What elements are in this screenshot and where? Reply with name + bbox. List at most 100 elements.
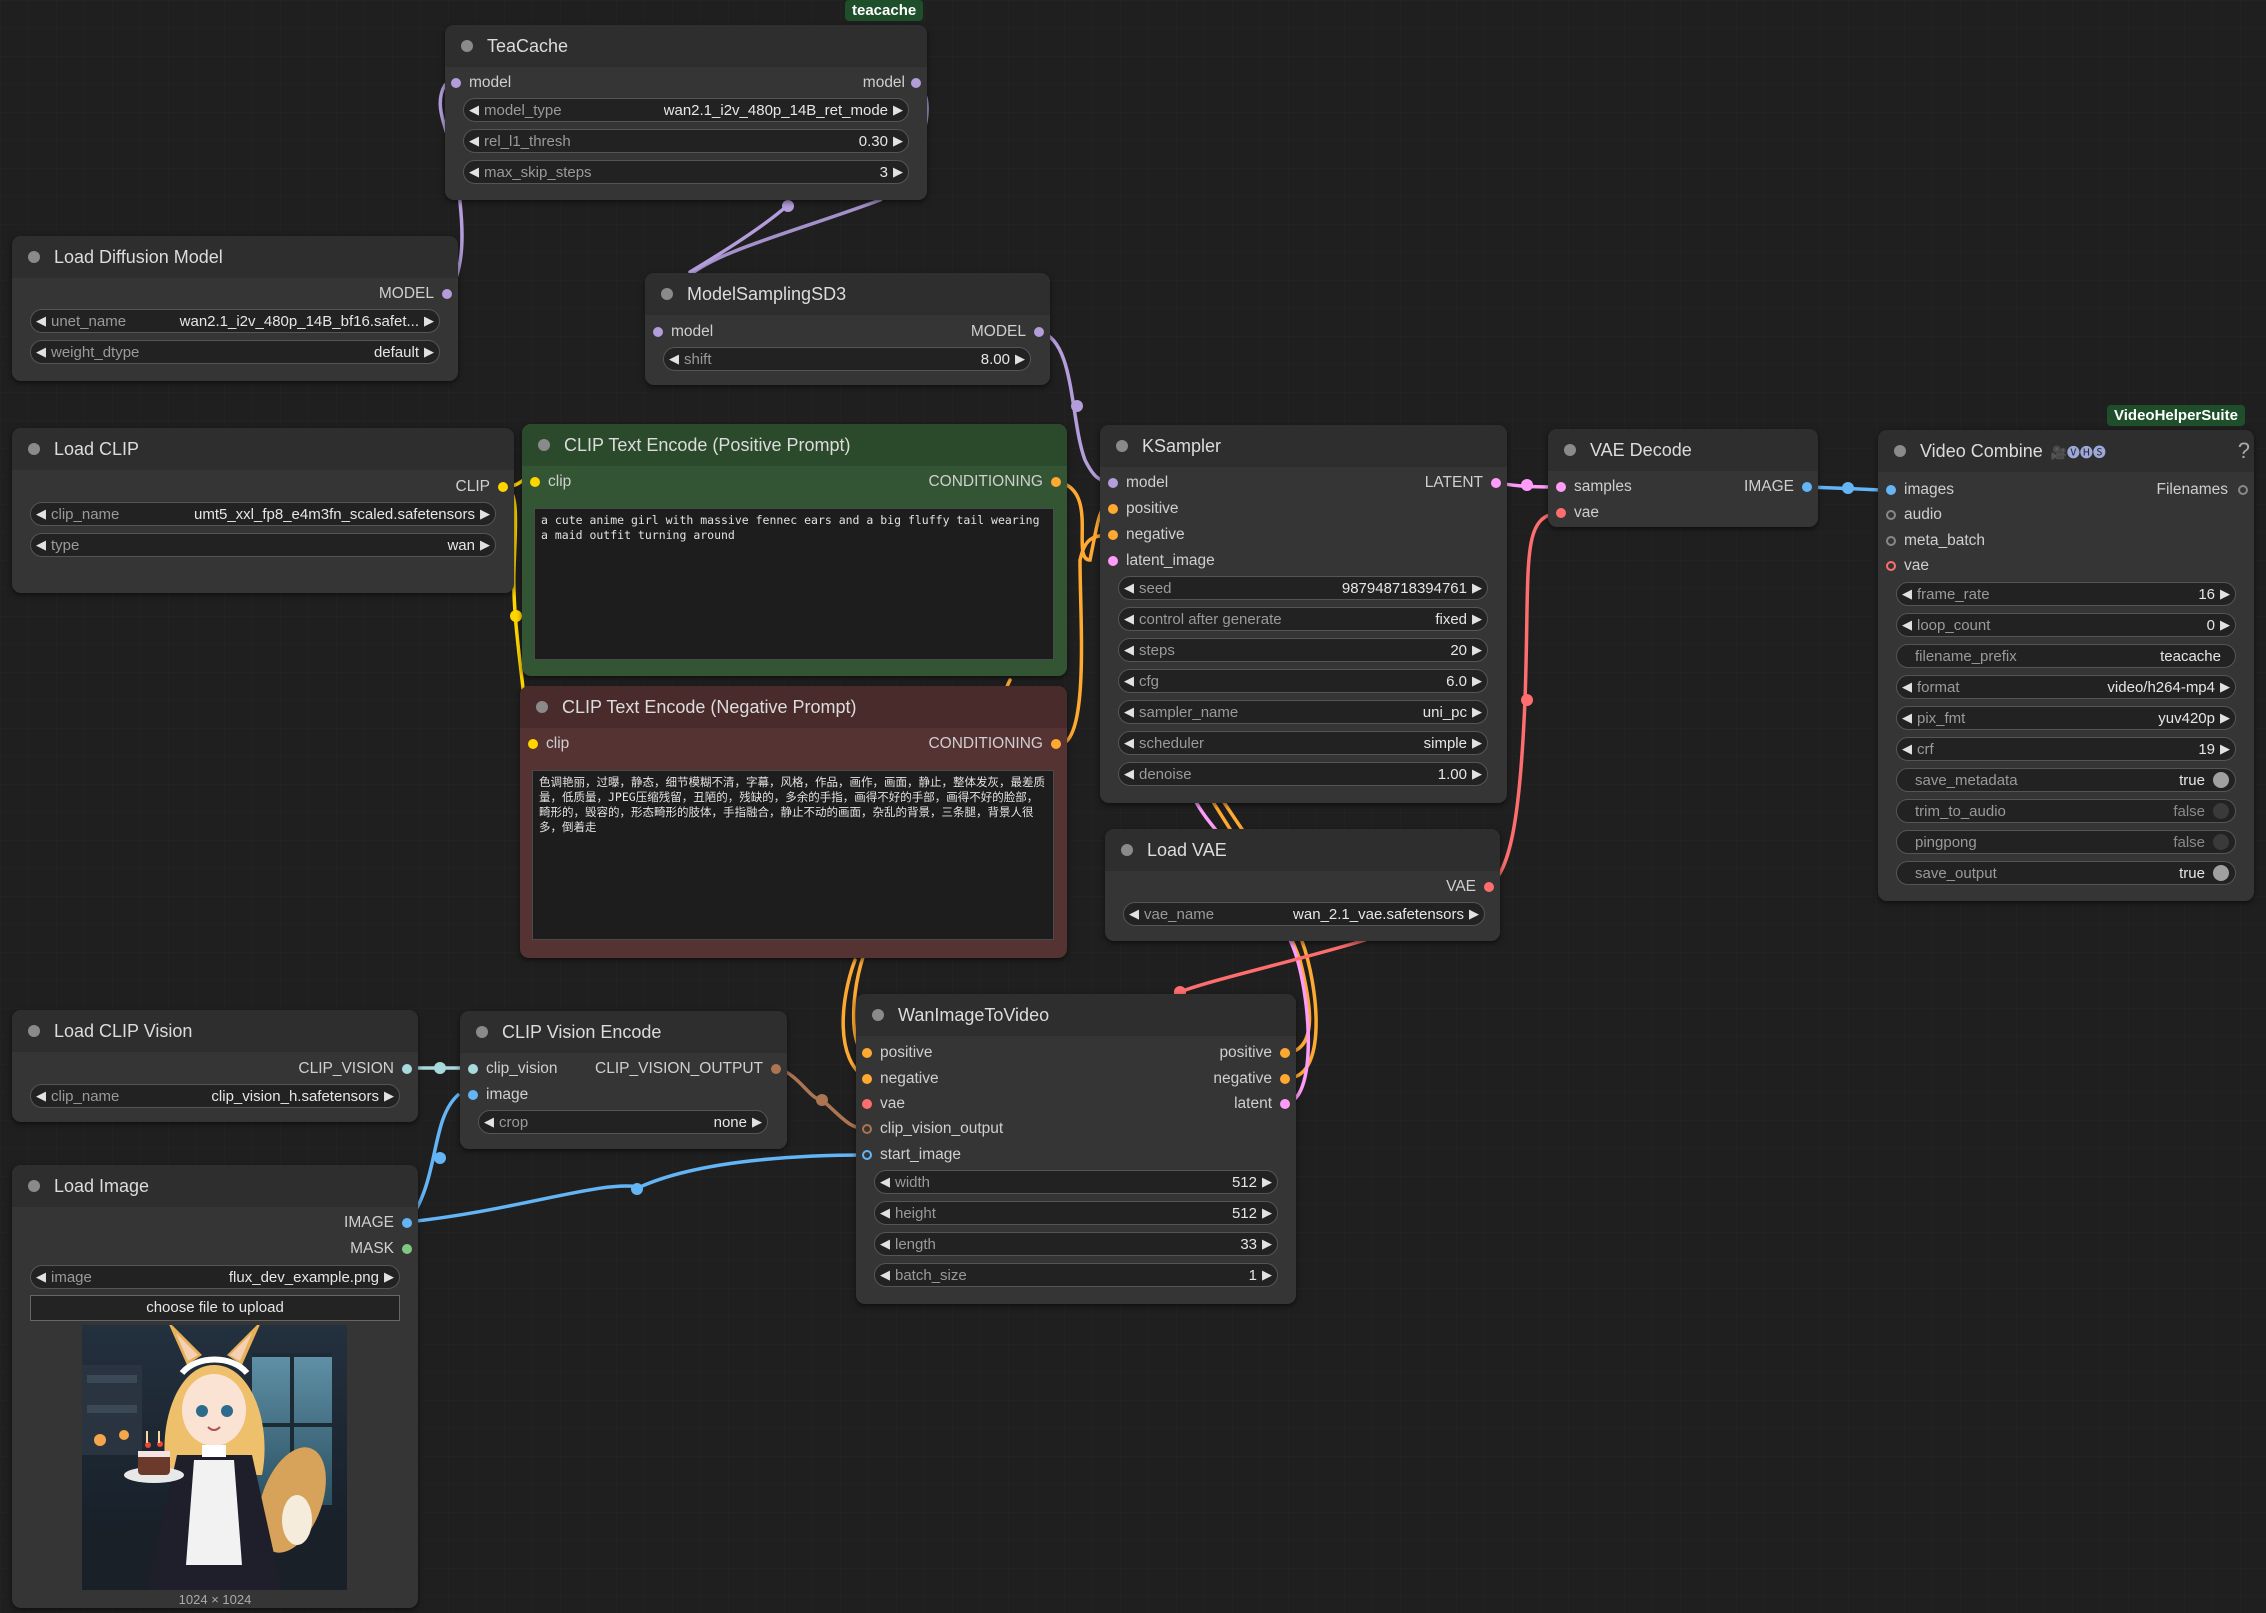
increment-icon[interactable]: ▶ [419, 313, 439, 329]
decrement-icon[interactable]: ◀ [664, 351, 684, 367]
output-pin-negative[interactable] [1280, 1074, 1290, 1084]
widget-rel-l1-thresh[interactable]: ◀ rel_l1_thresh 0.30 ▶ [463, 129, 909, 153]
node-model-sampling-sd3[interactable]: ModelSamplingSD3 model MODEL ◀ shift 8.00 ▶ [645, 273, 1050, 385]
decrement-icon[interactable]: ◀ [1897, 617, 1917, 633]
decrement-icon[interactable]: ◀ [1119, 642, 1139, 658]
input-pin-model[interactable] [653, 327, 663, 337]
decrement-icon[interactable]: ◀ [1119, 766, 1139, 782]
widget-unet-name[interactable]: ◀ unet_name wan2.1_i2v_480p_14B_bf16.safet… [30, 309, 440, 333]
node-title[interactable]: CLIP Text Encode (Positive Prompt) [522, 424, 1067, 466]
widget-sampler-name[interactable]: ◀ sampler_name uni_pc ▶ [1118, 700, 1488, 724]
input-pin-clip[interactable] [528, 739, 538, 749]
decrement-icon[interactable]: ◀ [1119, 611, 1139, 627]
input-pin-negative[interactable] [1108, 530, 1118, 540]
node-title[interactable]: Load Diffusion Model [12, 236, 458, 278]
increment-icon[interactable]: ▶ [379, 1269, 399, 1285]
output-pin-image[interactable] [402, 1218, 412, 1228]
collapse-dot[interactable] [1564, 444, 1576, 456]
output-pin-conditioning[interactable] [1051, 477, 1061, 487]
output-pin-model[interactable] [442, 289, 452, 299]
collapse-dot[interactable] [661, 288, 673, 300]
node-title[interactable]: Load VAE [1105, 829, 1500, 871]
decrement-icon[interactable]: ◀ [1124, 906, 1144, 922]
node-load-clip-vision[interactable]: Load CLIP Vision CLIP_VISION ◀ clip_name c… [12, 1010, 418, 1122]
input-pin-positive[interactable] [862, 1048, 872, 1058]
node-title[interactable]: TeaCache [445, 25, 927, 67]
widget-scheduler[interactable]: ◀ scheduler simple ▶ [1118, 731, 1488, 755]
node-teacache[interactable]: TeaCache model model ◀ model_type wan2.1_i… [445, 25, 927, 200]
widget-frame-rate[interactable]: ◀ frame_rate 16 ▶ [1896, 582, 2236, 606]
help-icon[interactable]: ? [2238, 438, 2250, 464]
increment-icon[interactable]: ▶ [1467, 673, 1487, 689]
collapse-dot[interactable] [1894, 445, 1906, 457]
input-pin-latent-image[interactable] [1108, 556, 1118, 566]
increment-icon[interactable]: ▶ [1467, 704, 1487, 720]
toggle-save-output[interactable]: save_output true [1896, 861, 2236, 885]
collapse-dot[interactable] [28, 251, 40, 263]
input-pin-negative[interactable] [862, 1074, 872, 1084]
increment-icon[interactable]: ▶ [2215, 710, 2235, 726]
upload-button[interactable]: choose file to upload [30, 1295, 400, 1321]
node-load-vae[interactable]: Load VAE VAE ◀ vae_name wan_2.1_vae.safete… [1105, 829, 1500, 941]
widget-clip-vision-name[interactable]: ◀ clip_name clip_vision_h.safetensors ▶ [30, 1084, 400, 1108]
widget-cfg[interactable]: ◀ cfg 6.0 ▶ [1118, 669, 1488, 693]
widget-weight-dtype[interactable]: ◀ weight_dtype default ▶ [30, 340, 440, 364]
output-pin-filenames[interactable] [2238, 485, 2248, 495]
output-pin-vae[interactable] [1484, 882, 1494, 892]
node-title[interactable]: Video Combine 🎥🅥🅗🅢? [1878, 430, 2254, 472]
node-load-diffusion-model[interactable]: Load Diffusion Model MODEL ◀ unet_name wan… [12, 236, 458, 381]
decrement-icon[interactable]: ◀ [464, 102, 484, 118]
output-pin-latent[interactable] [1280, 1099, 1290, 1109]
toggle-trim-to-audio[interactable]: trim_to_audio false [1896, 799, 2236, 823]
decrement-icon[interactable]: ◀ [31, 506, 51, 522]
widget-format[interactable]: ◀ format video/h264-mp4 ▶ [1896, 675, 2236, 699]
output-pin-image[interactable] [1802, 482, 1812, 492]
decrement-icon[interactable]: ◀ [479, 1114, 499, 1130]
node-clip-text-encode-positive[interactable]: CLIP Text Encode (Positive Prompt) clip … [522, 424, 1067, 676]
widget-clip-type[interactable]: ◀ type wan ▶ [30, 533, 496, 557]
decrement-icon[interactable]: ◀ [875, 1267, 895, 1283]
increment-icon[interactable]: ▶ [1467, 580, 1487, 596]
decrement-icon[interactable]: ◀ [31, 1088, 51, 1104]
collapse-dot[interactable] [1116, 440, 1128, 452]
input-pin-clip-vision[interactable] [468, 1064, 478, 1074]
node-video-combine[interactable]: Video Combine 🎥🅥🅗🅢? images audio meta_bat… [1878, 430, 2254, 901]
node-title[interactable]: Load Image [12, 1165, 418, 1207]
input-pin-samples[interactable] [1556, 482, 1566, 492]
widget-clip-name[interactable]: ◀ clip_name umt5_xxl_fp8_e4m3fn_scaled.saf… [30, 502, 496, 526]
increment-icon[interactable]: ▶ [2215, 617, 2235, 633]
increment-icon[interactable]: ▶ [419, 344, 439, 360]
widget-crop[interactable]: ◀ crop none ▶ [478, 1110, 768, 1134]
collapse-dot[interactable] [872, 1009, 884, 1021]
input-pin-clip-vision-output[interactable] [862, 1124, 872, 1134]
decrement-icon[interactable]: ◀ [31, 344, 51, 360]
decrement-icon[interactable]: ◀ [1119, 735, 1139, 751]
increment-icon[interactable]: ▶ [1257, 1267, 1277, 1283]
decrement-icon[interactable]: ◀ [875, 1174, 895, 1190]
widget-image-file[interactable]: ◀ image flux_dev_example.png ▶ [30, 1265, 400, 1289]
output-pin-latent[interactable] [1491, 478, 1501, 488]
output-pin-clip[interactable] [498, 482, 508, 492]
increment-icon[interactable]: ▶ [1467, 642, 1487, 658]
increment-icon[interactable]: ▶ [747, 1114, 767, 1130]
widget-denoise[interactable]: ◀ denoise 1.00 ▶ [1118, 762, 1488, 786]
widget-loop-count[interactable]: ◀ loop_count 0 ▶ [1896, 613, 2236, 637]
prompt-textarea[interactable]: a cute anime girl with massive fennec ea… [534, 508, 1054, 660]
increment-icon[interactable]: ▶ [1257, 1174, 1277, 1190]
increment-icon[interactable]: ▶ [1257, 1205, 1277, 1221]
decrement-icon[interactable]: ◀ [1119, 673, 1139, 689]
input-pin-positive[interactable] [1108, 504, 1118, 514]
node-ksampler[interactable]: KSampler model positive negative latent_… [1100, 425, 1507, 803]
increment-icon[interactable]: ▶ [888, 164, 908, 180]
node-load-image[interactable]: Load Image IMAGE MASK ◀ image flux_dev_exa… [12, 1165, 418, 1608]
node-wan-image-to-video[interactable]: WanImageToVideo positive negative vae cl… [856, 994, 1296, 1304]
node-title[interactable]: Load CLIP Vision [12, 1010, 418, 1052]
decrement-icon[interactable]: ◀ [464, 164, 484, 180]
widget-vae-name[interactable]: ◀ vae_name wan_2.1_vae.safetensors ▶ [1123, 902, 1485, 926]
increment-icon[interactable]: ▶ [1467, 766, 1487, 782]
toggle-pingpong[interactable]: pingpong false [1896, 830, 2236, 854]
decrement-icon[interactable]: ◀ [1897, 586, 1917, 602]
output-pin-mask[interactable] [402, 1244, 412, 1254]
node-title[interactable]: WanImageToVideo [856, 994, 1296, 1036]
input-pin-images[interactable] [1886, 485, 1896, 495]
